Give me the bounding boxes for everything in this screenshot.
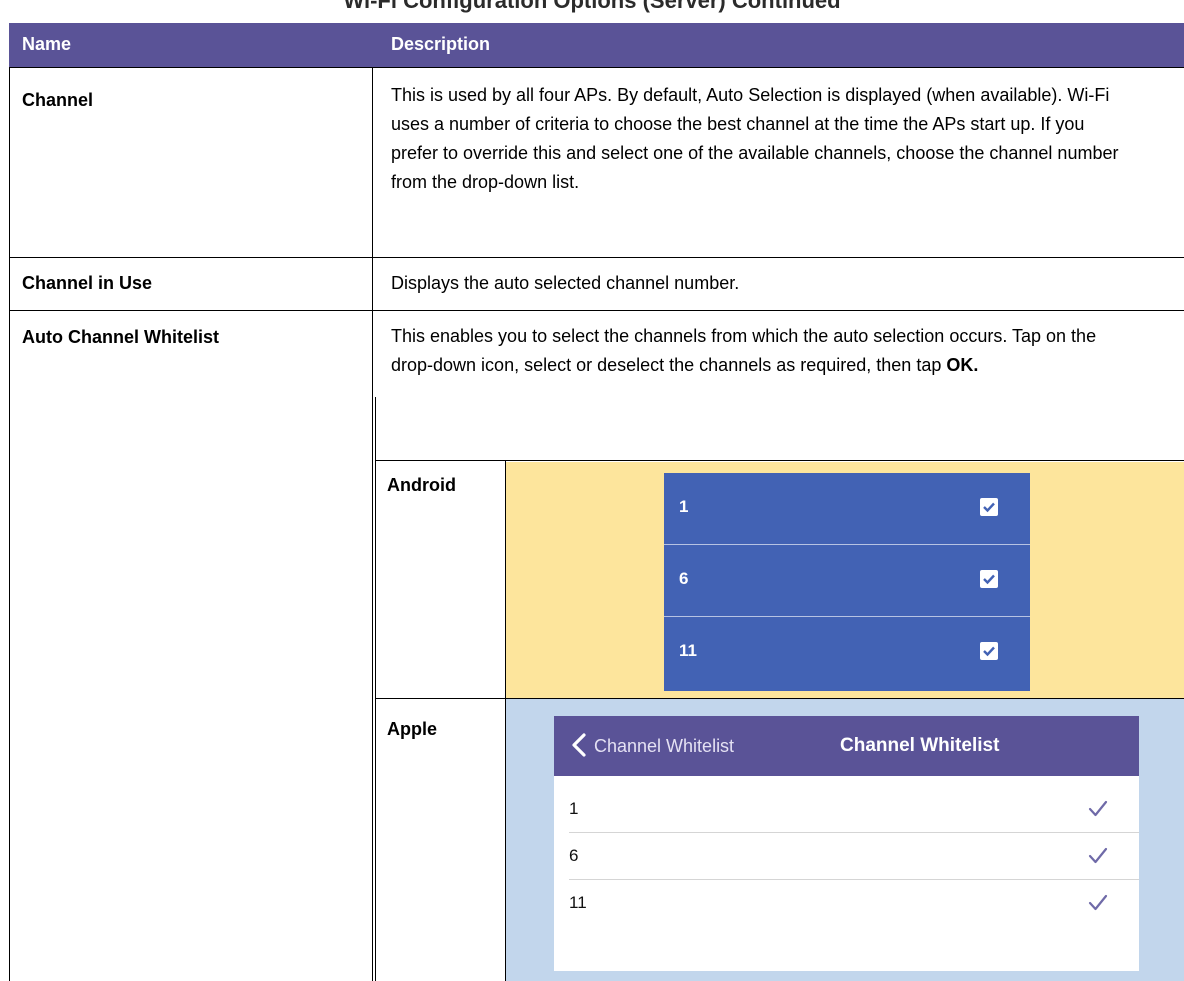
apple-channel-row[interactable]: 1 <box>554 786 1139 833</box>
checkmark-icon <box>1087 799 1109 824</box>
column-divider-double <box>375 397 376 981</box>
checkbox-checked-icon[interactable] <box>980 498 998 516</box>
chevron-left-icon[interactable] <box>570 733 588 762</box>
android-label: Android <box>387 475 456 495</box>
row-divider <box>9 257 1184 258</box>
page-title: Wi-Fi Configuration Options (Server) Con… <box>343 0 841 13</box>
subtable-top-border <box>375 460 1184 461</box>
row-divider <box>9 67 1184 68</box>
checkbox-checked-icon[interactable] <box>980 570 998 588</box>
android-channel-row[interactable]: 1 <box>664 473 1030 545</box>
header-name: Name <box>22 34 72 54</box>
checkbox-checked-icon[interactable] <box>980 642 998 660</box>
back-button[interactable]: Channel Whitelist <box>594 736 734 757</box>
android-channel-number: 6 <box>679 569 689 588</box>
row-name-channel: Channel <box>22 90 94 110</box>
android-channel-row[interactable]: 11 <box>664 617 1030 689</box>
apple-channel-row[interactable]: 6 <box>554 833 1139 880</box>
android-channel-number: 1 <box>679 497 689 516</box>
row-description-channel-in-use: Displays the auto selected channel numbe… <box>391 273 740 293</box>
header-description: Description <box>391 34 491 54</box>
apple-channel-number: 6 <box>569 846 579 865</box>
row-name-auto-channel-whitelist: Auto Channel Whitelist <box>22 327 219 347</box>
apple-nav-bar: Channel Whitelist Channel Whitelist <box>554 716 1139 776</box>
android-channel-row[interactable]: 6 <box>664 545 1030 617</box>
apple-channel-number: 11 <box>569 893 587 912</box>
row-name-channel-in-use: Channel in Use <box>22 273 153 293</box>
row-description-auto-channel-whitelist: This enables you to select the channels … <box>391 326 1097 375</box>
apple-channel-row[interactable]: 11 <box>554 880 1139 927</box>
apple-label: Apple <box>387 719 438 739</box>
row-description-channel: This is used by all four APs. By default… <box>391 85 1119 192</box>
checkmark-icon <box>1087 846 1109 871</box>
android-channel-list: 1 6 11 <box>664 473 1030 691</box>
row-divider <box>9 310 1184 311</box>
apple-channel-whitelist-screen: Channel Whitelist Channel Whitelist 1 6 … <box>554 716 1139 971</box>
checkmark-icon <box>1087 893 1109 918</box>
table-border-left <box>9 67 10 981</box>
nav-title: Channel Whitelist <box>840 735 1000 756</box>
apple-channel-number: 1 <box>569 799 579 818</box>
android-channel-number: 11 <box>679 641 697 660</box>
table-header-row <box>9 23 1184 67</box>
column-divider <box>372 67 373 981</box>
